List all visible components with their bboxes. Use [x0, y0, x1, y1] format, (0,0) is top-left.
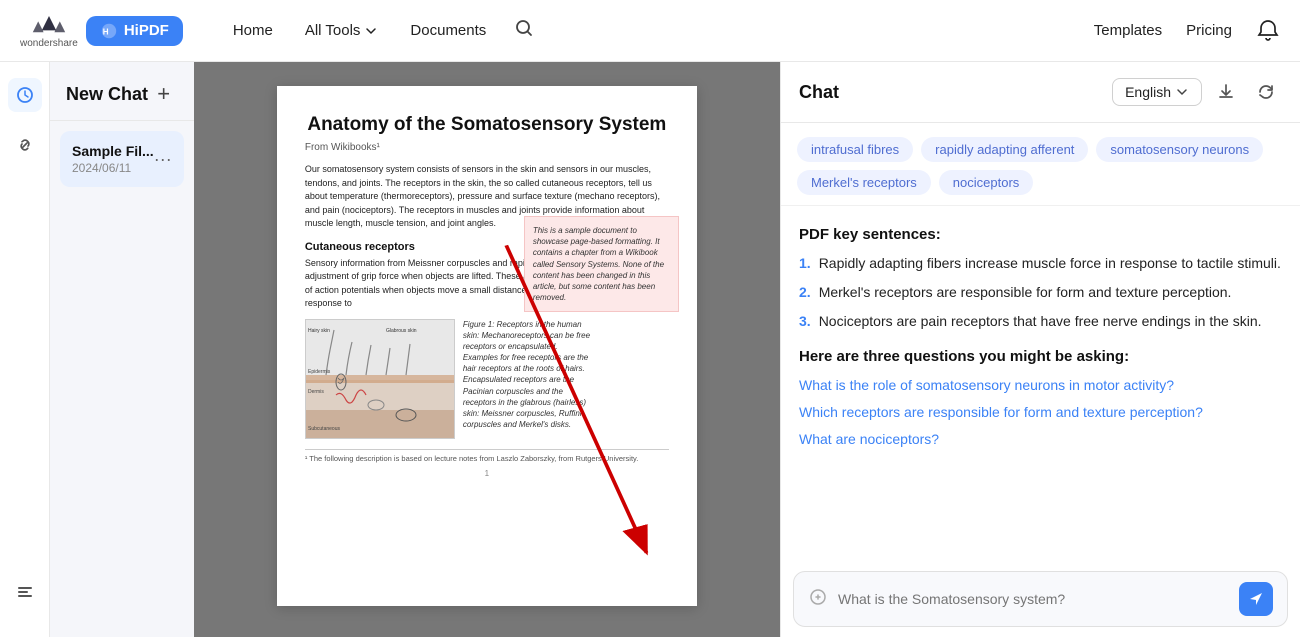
- language-label: English: [1125, 84, 1171, 100]
- tag-3[interactable]: Merkel's receptors: [797, 170, 931, 195]
- chat-input-area: [793, 571, 1288, 627]
- new-chat-title: New Chat: [66, 84, 148, 105]
- nav-home[interactable]: Home: [219, 16, 287, 45]
- tag-0[interactable]: intrafusal fibres: [797, 137, 913, 162]
- nav-pricing[interactable]: Pricing: [1186, 22, 1232, 39]
- download-icon: [1216, 82, 1236, 102]
- chat-item-name: Sample Fil...: [72, 143, 154, 159]
- chat-panel-actions: English: [1112, 76, 1282, 108]
- sidebar-icon-bar: [0, 62, 50, 637]
- key-num-3: 3.: [799, 311, 811, 332]
- key-num-1: 1.: [799, 253, 811, 274]
- figure-svg: Hairy skin Glabrous skin Epidermis Dermi…: [306, 320, 454, 438]
- key-sentence-3: 3. Nociceptors are pain receptors that h…: [799, 311, 1282, 332]
- key-text-3: Nociceptors are pain receptors that have…: [819, 311, 1262, 332]
- main-layout: New Chat + Sample Fil... 2024/06/11 ··· …: [0, 62, 1300, 637]
- tag-4[interactable]: nociceptors: [939, 170, 1033, 195]
- chat-list-item[interactable]: Sample Fil... 2024/06/11 ···: [60, 131, 184, 187]
- hipdf-badge[interactable]: H HiPDF: [86, 16, 183, 46]
- svg-text:Glabrous skin: Glabrous skin: [386, 328, 417, 334]
- chat-input-icon: [808, 587, 828, 612]
- pdf-callout-box: This is a sample document to showcase pa…: [524, 216, 679, 312]
- svg-text:H: H: [103, 27, 109, 36]
- chat-panel-title: Chat: [799, 82, 839, 103]
- bell-icon: [1256, 19, 1280, 43]
- pdf-viewer-area: Anatomy of the Somatosensory System From…: [194, 62, 780, 637]
- svg-text:Hairy skin: Hairy skin: [308, 328, 330, 334]
- language-select[interactable]: English: [1112, 78, 1202, 106]
- sidebar-icon-history[interactable]: [8, 78, 42, 112]
- nav-all-tools[interactable]: All Tools: [291, 16, 393, 45]
- key-text-2: Merkel's receptors are responsible for f…: [819, 282, 1232, 303]
- svg-text:Subcutaneous: Subcutaneous: [308, 426, 340, 432]
- pdf-figure-area: Hairy skin Glabrous skin Epidermis Dermi…: [305, 319, 669, 439]
- key-sentence-2: 2. Merkel's receptors are responsible fo…: [799, 282, 1282, 303]
- chat-body: PDF key sentences: 1. Rapidly adapting f…: [781, 206, 1300, 563]
- hipdf-label: HiPDF: [124, 22, 169, 39]
- pdf-figure-caption: Figure 1: Receptors in the human skin: M…: [463, 319, 593, 439]
- chat-panel: Chat English intrafusal fibres rapidly a…: [780, 62, 1300, 637]
- question-link-2[interactable]: What are nociceptors?: [799, 429, 1282, 450]
- pdf-scroll-container[interactable]: Anatomy of the Somatosensory System From…: [194, 62, 780, 637]
- sidebar-icon-collapse[interactable]: [8, 575, 42, 609]
- key-num-2: 2.: [799, 282, 811, 303]
- brand-area: wondershare H HiPDF: [20, 12, 183, 49]
- send-button[interactable]: [1239, 582, 1273, 616]
- collapse-icon: [15, 582, 35, 602]
- history-icon: [15, 85, 35, 105]
- chevron-down-icon: [364, 24, 378, 38]
- sidebar-left: New Chat + Sample Fil... 2024/06/11 ···: [0, 62, 194, 637]
- chat-message-input[interactable]: [838, 591, 1229, 607]
- question-link-0[interactable]: What is the role of somatosensory neuron…: [799, 375, 1282, 396]
- magic-wand-icon: [808, 587, 828, 607]
- sidebar-main: New Chat + Sample Fil... 2024/06/11 ···: [50, 62, 194, 637]
- key-sentence-1: 1. Rapidly adapting fibers increase musc…: [799, 253, 1282, 274]
- notification-bell[interactable]: [1256, 19, 1280, 43]
- download-button[interactable]: [1210, 76, 1242, 108]
- main-navigation: Home All Tools Documents: [219, 12, 540, 49]
- chat-item-more-button[interactable]: ···: [154, 149, 172, 170]
- search-icon: [514, 18, 534, 38]
- pdf-figure-image: Hairy skin Glabrous skin Epidermis Dermi…: [305, 319, 455, 439]
- top-navigation: wondershare H HiPDF Home All Tools Docum…: [0, 0, 1300, 62]
- chat-panel-header: Chat English: [781, 62, 1300, 123]
- new-chat-button[interactable]: +: [150, 80, 178, 108]
- pdf-footnote: ¹ The following description is based on …: [305, 449, 669, 463]
- pdf-title: Anatomy of the Somatosensory System: [305, 114, 669, 136]
- brand-label: wondershare: [20, 38, 78, 49]
- refresh-icon: [1256, 82, 1276, 102]
- refresh-button[interactable]: [1250, 76, 1282, 108]
- svg-text:Epidermis: Epidermis: [308, 369, 331, 375]
- chat-item-info: Sample Fil... 2024/06/11: [72, 143, 154, 175]
- chat-item-date: 2024/06/11: [72, 161, 154, 175]
- pdf-page-number: 1: [305, 469, 669, 478]
- key-sentences-title: PDF key sentences:: [799, 226, 1282, 243]
- send-icon: [1248, 591, 1264, 607]
- new-chat-bar: New Chat +: [50, 62, 194, 121]
- wondershare-logo: wondershare: [20, 12, 78, 49]
- chat-tags-area: intrafusal fibres rapidly adapting affer…: [781, 123, 1300, 206]
- chat-list: Sample Fil... 2024/06/11 ···: [50, 121, 194, 637]
- search-button[interactable]: [508, 12, 540, 49]
- tag-1[interactable]: rapidly adapting afferent: [921, 137, 1088, 162]
- link-icon: [15, 135, 35, 155]
- nav-documents[interactable]: Documents: [396, 16, 500, 45]
- question-link-1[interactable]: Which receptors are responsible for form…: [799, 402, 1282, 423]
- questions-title: Here are three questions you might be as…: [799, 348, 1282, 365]
- pdf-page: Anatomy of the Somatosensory System From…: [277, 86, 697, 606]
- nav-templates[interactable]: Templates: [1094, 22, 1162, 39]
- sidebar-icon-link[interactable]: [8, 128, 42, 162]
- pdf-subtitle: From Wikibooks¹: [305, 142, 669, 153]
- key-text-1: Rapidly adapting fibers increase muscle …: [819, 253, 1281, 274]
- svg-text:Dermis: Dermis: [308, 389, 324, 395]
- nav-right-area: Templates Pricing: [1094, 19, 1280, 43]
- tag-2[interactable]: somatosensory neurons: [1096, 137, 1263, 162]
- chevron-down-icon: [1175, 85, 1189, 99]
